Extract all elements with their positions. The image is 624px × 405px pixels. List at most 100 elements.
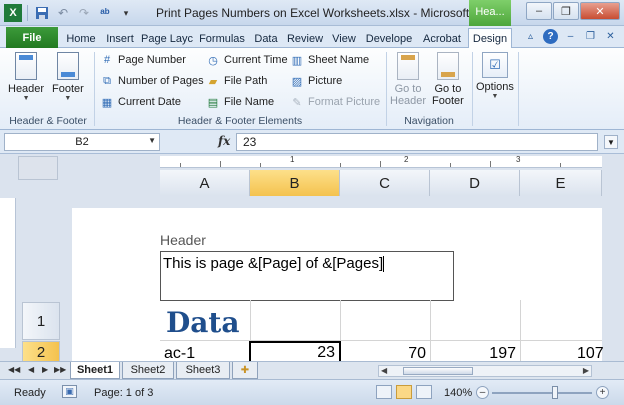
- cell-a2[interactable]: ac-1: [164, 342, 248, 361]
- close-button[interactable]: ✕: [580, 2, 620, 20]
- tab-data[interactable]: Data: [250, 29, 282, 48]
- cell-c2[interactable]: 70: [341, 342, 430, 361]
- scroll-left-icon[interactable]: ◀: [381, 366, 387, 375]
- formula-value: 23: [243, 135, 257, 149]
- excel-logo-icon[interactable]: X: [4, 4, 22, 22]
- tab-design[interactable]: Design: [468, 28, 512, 48]
- zoom-slider-track[interactable]: [492, 392, 592, 394]
- current-date-button[interactable]: ▦ Current Date: [100, 95, 181, 109]
- cell-b2[interactable]: 23: [249, 341, 341, 361]
- redo-icon[interactable]: ↷: [75, 4, 93, 22]
- undo-icon[interactable]: ↶: [54, 4, 72, 22]
- page-number-button[interactable]: # Page Number: [100, 53, 186, 67]
- row-header-1[interactable]: 1: [22, 302, 60, 340]
- first-sheet-icon[interactable]: ◀◀: [8, 365, 20, 374]
- spellcheck-icon[interactable]: ᵃᵇ: [96, 4, 114, 22]
- scrollbar-thumb[interactable]: [403, 367, 473, 375]
- zoom-in-icon[interactable]: +: [596, 386, 609, 399]
- select-all-corner[interactable]: [18, 156, 58, 180]
- footer-button[interactable]: Footer ▼: [52, 52, 84, 103]
- header-edit-box[interactable]: This is page &[Page] of &[Pages]: [160, 251, 454, 301]
- file-name-button[interactable]: ▤ File Name: [206, 95, 274, 109]
- tab-file[interactable]: File: [6, 27, 58, 48]
- sheet-tab-sheet1[interactable]: Sheet1: [70, 362, 120, 379]
- ruler-tick: [220, 161, 221, 167]
- insert-sheet-icon[interactable]: ✚: [232, 362, 258, 379]
- customize-icon[interactable]: ▾: [117, 4, 135, 22]
- column-header-a[interactable]: A: [160, 170, 250, 196]
- workbook-minimize-icon[interactable]: –: [563, 29, 578, 44]
- save-icon[interactable]: [33, 4, 51, 22]
- ribbon: Header ▼ Footer ▼ Header & Footer # Page…: [0, 48, 624, 130]
- prev-sheet-icon[interactable]: ◀: [28, 365, 34, 374]
- group-label-navigation: Navigation: [404, 115, 454, 127]
- context-tab-header-footer-tools[interactable]: Hea...: [469, 0, 511, 26]
- file-path-button[interactable]: ▰ File Path: [206, 74, 268, 88]
- macro-record-icon[interactable]: ▣: [62, 385, 77, 398]
- format-picture-button[interactable]: ✎ Format Picture: [290, 95, 380, 109]
- chevron-down-icon: ▼: [64, 95, 72, 102]
- tab-view[interactable]: View: [328, 29, 360, 48]
- chevron-down-icon[interactable]: ▼: [148, 136, 156, 145]
- tab-developer[interactable]: Develope: [362, 29, 416, 48]
- zoom-level[interactable]: 140%: [444, 387, 472, 399]
- scroll-right-icon[interactable]: ▶: [583, 366, 589, 375]
- cell-e2[interactable]: 107: [577, 342, 607, 361]
- zoom-slider-thumb[interactable]: [552, 386, 558, 399]
- tab-review[interactable]: Review: [284, 29, 326, 48]
- picture-button[interactable]: ▨ Picture: [290, 74, 342, 88]
- column-header-d[interactable]: D: [430, 170, 520, 196]
- file-name-icon: ▤: [207, 96, 219, 109]
- title-bar: X ↶ ↷ ᵃᵇ ▾ Print Pages Numbers on Excel …: [0, 0, 624, 26]
- go-to-footer-button[interactable]: Go to Footer: [432, 52, 464, 107]
- group-separator: [518, 52, 519, 126]
- status-page: Page: 1 of 3: [94, 387, 154, 399]
- column-header-c[interactable]: C: [340, 170, 430, 196]
- sheet-tab-sheet3[interactable]: Sheet3: [176, 362, 230, 379]
- formula-input[interactable]: 23: [236, 133, 598, 151]
- name-box-value: B2: [75, 136, 89, 148]
- workbook-close-icon[interactable]: ✕: [603, 29, 618, 44]
- sheet-name-button[interactable]: ▥ Sheet Name: [290, 53, 369, 67]
- options-button[interactable]: ☑ Options ▼: [476, 52, 514, 101]
- ribbon-right-icons: ▵ ? – ❐ ✕: [523, 29, 618, 44]
- footer-label: Footer: [52, 83, 84, 95]
- tab-acrobat[interactable]: Acrobat: [418, 29, 466, 48]
- tab-formulas[interactable]: Formulas: [196, 29, 248, 48]
- minimize-button[interactable]: –: [526, 2, 552, 20]
- workbook-restore-icon[interactable]: ❐: [583, 29, 598, 44]
- go-to-header-button[interactable]: Go to Header: [390, 52, 426, 107]
- tab-page-layout[interactable]: Page Layc: [140, 29, 194, 48]
- page-break-preview-icon[interactable]: [416, 385, 432, 399]
- tab-home[interactable]: Home: [62, 29, 100, 48]
- page-layout-view-icon[interactable]: [396, 385, 412, 399]
- cell-a1[interactable]: Data: [166, 306, 240, 339]
- ruler-tick: [560, 163, 561, 167]
- row-header-2[interactable]: 2: [22, 341, 60, 361]
- column-header-b[interactable]: B: [250, 170, 340, 196]
- insert-function-icon[interactable]: fx: [218, 134, 230, 148]
- current-time-button[interactable]: ◷ Current Time: [206, 53, 287, 67]
- normal-view-icon[interactable]: [376, 385, 392, 399]
- help-icon[interactable]: ?: [543, 29, 558, 44]
- format-picture-icon: ✎: [292, 96, 302, 109]
- ruler-mark-2: 2: [404, 155, 409, 164]
- expand-formula-bar-icon[interactable]: ▼: [604, 135, 618, 149]
- cell-d2[interactable]: 197: [431, 342, 520, 361]
- group-separator: [472, 52, 473, 126]
- restore-button[interactable]: ❐: [553, 2, 579, 20]
- header-button[interactable]: Header ▼: [8, 52, 44, 103]
- minimize-ribbon-icon[interactable]: ▵: [523, 29, 538, 44]
- last-sheet-icon[interactable]: ▶▶: [54, 365, 66, 374]
- name-box[interactable]: B2 ▼: [4, 133, 160, 151]
- number-of-pages-button[interactable]: ⧉ Number of Pages: [100, 74, 204, 88]
- zoom-out-icon[interactable]: –: [476, 386, 489, 399]
- column-header-e[interactable]: E: [520, 170, 602, 196]
- horizontal-scrollbar[interactable]: ◀ ▶: [378, 365, 592, 377]
- header-icon: [15, 52, 38, 80]
- next-sheet-icon[interactable]: ▶: [42, 365, 48, 374]
- sheet-tab-sheet2[interactable]: Sheet2: [122, 362, 174, 379]
- picture-icon: ▨: [291, 75, 303, 88]
- tab-insert[interactable]: Insert: [102, 29, 138, 48]
- quick-access-toolbar: X ↶ ↷ ᵃᵇ ▾: [4, 4, 135, 22]
